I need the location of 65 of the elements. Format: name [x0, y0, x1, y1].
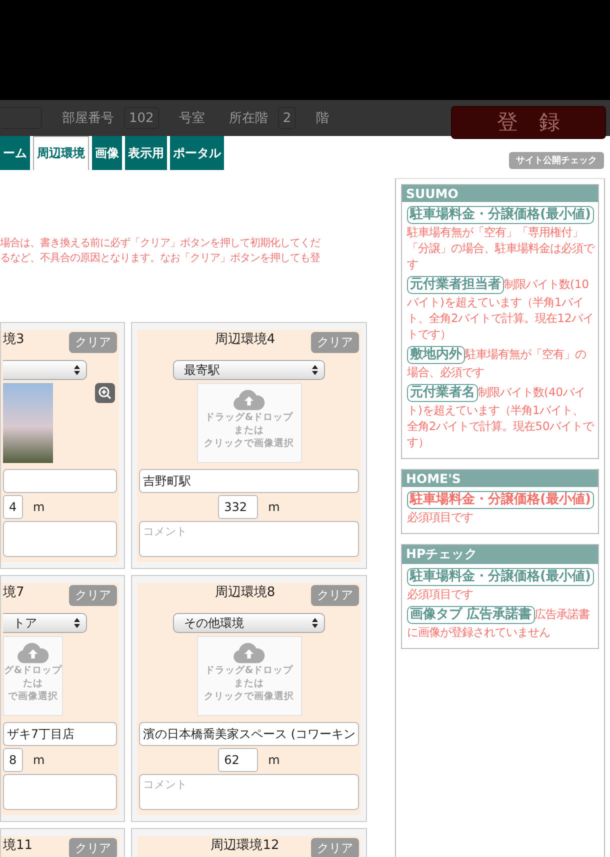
validation-message: 駐車場料金・分譲価格(最小値) 必須項目です — [407, 568, 594, 602]
card-title: 境3 — [3, 331, 24, 348]
distance-input[interactable]: 4 — [3, 495, 23, 519]
comment-field[interactable] — [3, 774, 117, 810]
upload-hint-text: グ&ドロップ — [4, 664, 62, 677]
register-button[interactable]: 登 録 — [451, 106, 606, 138]
input-field[interactable]: 吉野町駅 — [139, 469, 359, 493]
input-field[interactable]: 2 — [278, 107, 296, 129]
card-title: 境11 — [3, 837, 33, 854]
warning-text: るなど、不具合の原因となります。なお「クリア」ボタンを押しても登 — [0, 251, 321, 266]
tab[interactable]: 画像 — [92, 136, 122, 170]
cloud-upload-icon — [232, 642, 266, 664]
unit-label: m — [33, 753, 45, 767]
select-dropdown[interactable]: その他環境 — [173, 613, 325, 633]
input-field[interactable]: ザキ7丁目店 — [3, 722, 117, 746]
upload-hint-text: クリックで画像選択 — [204, 690, 294, 703]
distance-input[interactable]: 8 — [3, 748, 23, 772]
cloud-upload-icon — [232, 389, 266, 411]
select-dropdown[interactable] — [3, 360, 87, 380]
unit-label: 階 — [316, 110, 330, 127]
zoom-in-icon[interactable] — [95, 383, 115, 403]
unit-label: m — [268, 500, 280, 514]
cloud-upload-icon — [16, 642, 50, 664]
field-label: 部屋番号 — [62, 110, 114, 127]
input-field[interactable]: 102 — [124, 107, 159, 129]
upload-hint-text: または — [234, 677, 264, 690]
validation-message: 元付業者名 制限バイト数(40バイト)を超えています（半角1バイト、全角2バイトで計算。現在50バイトです） — [407, 384, 594, 450]
upload-hint-text: たは — [23, 677, 43, 690]
upload-hint-text: クリックで画像選択 — [204, 437, 294, 450]
select-dropdown[interactable]: トア — [3, 613, 87, 633]
tab[interactable]: ポータル — [170, 136, 224, 170]
validation-message: 駐車場料金・分譲価格(最小値) 必須項目です — [407, 491, 594, 525]
validation-message: 元付業者担当者 制限バイト数(10バイト)を超えています（半角1バイト、全角2バイトで計算。現在12バイトです） — [407, 276, 594, 342]
section-header: HOME'S — [402, 470, 598, 487]
upload-hint-text: ドラッグ&ドロップ — [204, 664, 294, 677]
upload-hint-text: で画像選択 — [8, 690, 58, 703]
input-field[interactable] — [3, 469, 117, 493]
warning-text: 場合は、書き換える前に必ず「クリア」ボタンを押して初期化してくだ — [0, 236, 322, 251]
distance-input[interactable]: 62 — [218, 748, 258, 772]
upload-hint-text: ドラッグ&ドロップ — [204, 411, 294, 424]
unit-label: m — [268, 753, 280, 767]
card-title: 境7 — [3, 584, 24, 601]
validation-message: 敷地内外 駐車場有無が「空有」の場合、必須です — [407, 346, 587, 380]
dropdown-arrow-icon — [312, 365, 318, 375]
dropdown-arrow-icon — [74, 618, 80, 628]
select-dropdown[interactable]: 最寄駅 — [173, 360, 325, 380]
tab[interactable]: 表示用 — [125, 136, 167, 170]
validation-message: 画像タブ 広告承諾書 広告承諾書に画像が登録されていません — [407, 606, 591, 640]
upload-hint-text: または — [234, 424, 264, 437]
card-title: 周辺環境8 — [214, 584, 276, 601]
dropdown-arrow-icon — [312, 618, 318, 628]
unit-label: m — [33, 500, 45, 514]
card-title: 周辺環境4 — [214, 331, 276, 348]
tab[interactable]: 周辺環境 — [33, 136, 89, 170]
input-field[interactable]: 濱の日本橋喬美家スペース (コワーキン — [139, 722, 359, 746]
validation-message: 駐車場料金・分譲価格(最小値) 駐車場有無が「空有」「専用権付」「分譲」の場合、駐車場料金は必須です — [407, 206, 594, 272]
tab[interactable]: ーム — [0, 136, 30, 170]
field-label: 所在階 — [228, 110, 268, 127]
distance-input[interactable]: 332 — [218, 495, 258, 519]
unit-label: 号室 — [178, 110, 205, 127]
card-title: 周辺環境12 — [210, 837, 280, 854]
section-header: SUUMO — [402, 185, 598, 202]
dropdown-arrow-icon — [74, 365, 80, 375]
comment-field[interactable] — [3, 521, 117, 557]
section-header: HPチェック — [402, 545, 598, 564]
